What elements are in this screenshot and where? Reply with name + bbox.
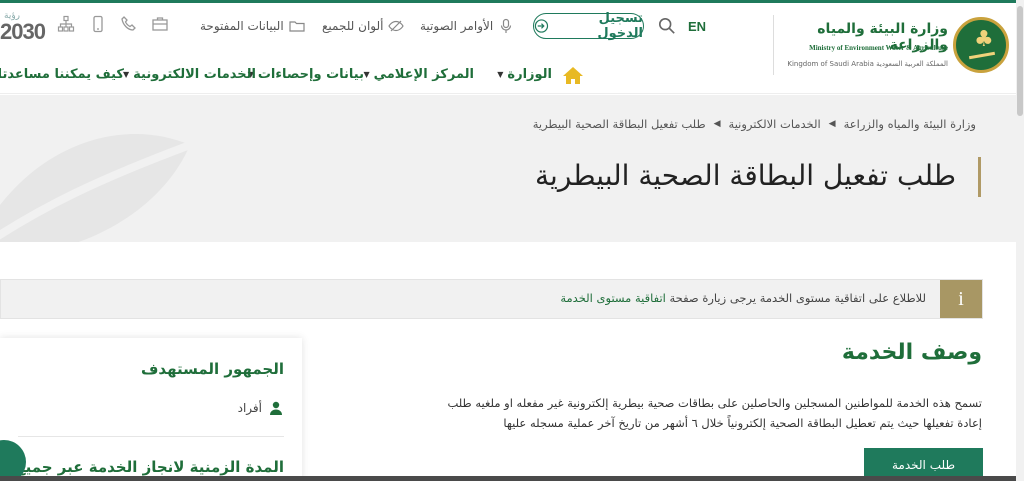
login-label: تسجيل الدخول xyxy=(597,11,643,41)
scrollbar-thumb[interactable] xyxy=(1017,6,1023,116)
phone-icon[interactable] xyxy=(120,15,138,33)
nav-media-label: المركز الإعلامي xyxy=(373,67,474,82)
site-header: ♣ وزارة البيئة والمياه والزراعة Ministry… xyxy=(0,3,1016,94)
breadcrumb-item-ministry[interactable]: وزارة البيئة والمياه والزراعة xyxy=(844,117,976,131)
vision-2030-logo[interactable]: رؤية 2030 xyxy=(0,11,46,49)
breadcrumb-item-e-services[interactable]: الخدمات الالكترونية xyxy=(729,117,821,131)
home-icon[interactable] xyxy=(562,65,584,85)
nav-item-help[interactable]: كيف يمكننا مساعدتك xyxy=(0,67,124,82)
duration-heading: المدة الزمنية لانجاز الخدمة عبر جميع xyxy=(15,458,284,476)
title-accent-bar xyxy=(978,157,981,197)
nav-item-e-services[interactable]: الخدمات الالكترونية ▼ xyxy=(123,67,256,82)
service-info-card: الجمهور المستهدف أفراد المدة الزمنية لان… xyxy=(0,338,302,481)
sla-link[interactable]: اتفاقية مستوى الخدمة xyxy=(560,291,665,305)
bottom-bar xyxy=(0,476,1016,481)
sitemap-icon[interactable] xyxy=(57,15,75,33)
kingdom-label: Kingdom of Saudi Arabia المملكة العربية … xyxy=(787,60,948,68)
nav-item-data-stats[interactable]: بيانات وإحصاءات ▼ xyxy=(248,67,364,82)
target-audience-heading: الجمهور المستهدف xyxy=(140,360,284,378)
logo-divider xyxy=(773,15,774,75)
open-data-label: البيانات المفتوحة xyxy=(200,19,284,33)
voice-commands-link[interactable]: الأوامر الصوتية xyxy=(420,18,514,34)
nav-ministry-label: الوزارة xyxy=(507,67,552,82)
info-icon: i xyxy=(940,280,982,318)
nav-help-label: كيف يمكننا مساعدتك xyxy=(0,67,124,82)
mobile-icon[interactable] xyxy=(89,15,107,33)
page-title: طلب تفعيل البطاقة الصحية البيطرية xyxy=(535,159,956,192)
sla-info-text: للاطلاع على اتفاقية مستوى الخدمة يرجى زي… xyxy=(560,291,926,305)
login-button[interactable]: تسجيل الدخول xyxy=(533,11,644,41)
sla-info-bar: i للاطلاع على اتفاقية مستوى الخدمة يرجى … xyxy=(0,279,983,319)
microphone-icon xyxy=(501,18,512,33)
colors-for-all-label: ألوان للجميع xyxy=(322,19,384,33)
leaf-decoration-icon xyxy=(0,134,192,242)
caret-down-icon: ▼ xyxy=(363,70,370,79)
ministry-emblem-logo[interactable]: ♣ xyxy=(953,17,1009,73)
sla-info-prefix: للاطلاع على اتفاقية مستوى الخدمة يرجى زي… xyxy=(669,291,927,305)
page-hero: وزارة البيئة والمياه والزراعة ◀ الخدمات … xyxy=(0,95,1016,242)
breadcrumb: وزارة البيئة والمياه والزراعة ◀ الخدمات … xyxy=(533,117,976,131)
chevron-left-icon: ◀ xyxy=(828,119,836,129)
chevron-left-icon: ◀ xyxy=(713,119,721,129)
palm-icon: ♣ xyxy=(974,27,994,52)
eye-slash-icon xyxy=(388,20,405,32)
nav-item-media-center[interactable]: المركز الإعلامي ▼ xyxy=(363,67,474,82)
search-icon[interactable] xyxy=(658,17,676,35)
ministry-name-en: Ministry of Environment Water & Agricult… xyxy=(809,44,948,52)
briefcase-icon[interactable] xyxy=(151,15,169,33)
vision-number: 2030 xyxy=(0,19,46,44)
open-data-link[interactable]: البيانات المفتوحة xyxy=(200,18,305,34)
breadcrumb-item-current: طلب تفعيل البطاقة الصحية البيطرية xyxy=(532,117,706,131)
swords-icon xyxy=(968,51,996,60)
nav-eservices-label: الخدمات الالكترونية xyxy=(133,67,256,82)
voice-commands-label: الأوامر الصوتية xyxy=(420,19,494,33)
service-description-text: تسمح هذه الخدمة للمواطنين المسجلين والحا… xyxy=(447,396,982,430)
nav-item-ministry[interactable]: الوزارة ▼ xyxy=(497,67,552,82)
audience-item-label: أفراد xyxy=(237,401,262,415)
folder-icon xyxy=(289,21,305,32)
card-divider xyxy=(18,436,284,437)
audience-item: أفراد xyxy=(238,400,284,416)
page-scrollbar[interactable] xyxy=(1016,0,1024,481)
login-icon xyxy=(534,19,549,33)
colors-for-all-link[interactable]: ألوان للجميع xyxy=(322,18,405,34)
caret-down-icon: ▼ xyxy=(497,70,504,79)
service-description-heading: وصف الخدمة xyxy=(841,340,982,365)
nav-data-label: بيانات وإحصاءات xyxy=(257,67,364,82)
language-switch[interactable]: EN xyxy=(688,19,706,34)
user-icon xyxy=(270,401,282,415)
